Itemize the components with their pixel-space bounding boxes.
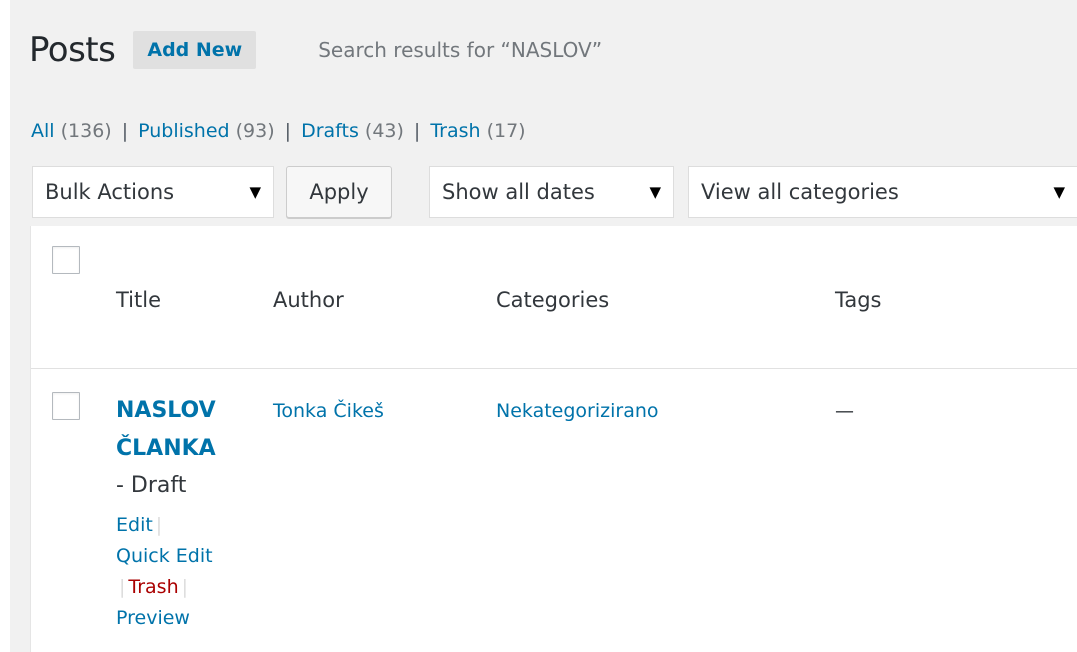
page-header: Posts Add New Search results for “NASLOV… — [29, 22, 602, 78]
dates-select[interactable]: Show all dates ▼ — [429, 166, 674, 218]
categories-cell: Nekategorizirano — [496, 392, 659, 430]
filter-trash-label: Trash — [430, 120, 481, 142]
separator: | — [119, 576, 126, 598]
table-header: Title Author Categories Tags — [31, 226, 1077, 369]
posts-table: Title Author Categories Tags NASLOV ČLANK… — [30, 226, 1077, 652]
filter-published[interactable]: Published (93) — [138, 120, 275, 142]
filter-drafts[interactable]: Drafts (43) — [301, 120, 404, 142]
apply-button[interactable]: Apply — [286, 166, 392, 218]
column-author: Author — [273, 288, 344, 312]
filter-published-count: (93) — [235, 120, 275, 142]
tags-value: — — [835, 400, 854, 422]
row-actions: Edit | Quick Edit | Trash | Preview — [116, 510, 246, 634]
post-title-line2: ČLANKA — [116, 436, 216, 461]
left-edge — [0, 0, 10, 652]
separator: | — [181, 576, 189, 598]
apply-label: Apply — [309, 180, 369, 204]
filter-all[interactable]: All (136) — [31, 120, 112, 142]
bulk-actions-select[interactable]: Bulk Actions ▼ — [32, 166, 274, 218]
page-title: Posts — [29, 30, 116, 70]
filter-all-label: All — [31, 120, 55, 142]
category-link[interactable]: Nekategorizirano — [496, 400, 659, 422]
separator: | — [121, 120, 129, 142]
author-cell: Tonka Čikeš — [273, 392, 384, 430]
separator: | — [413, 120, 421, 142]
filter-trash[interactable]: Trash (17) — [430, 120, 525, 142]
filter-trash-count: (17) — [486, 120, 526, 142]
row-checkbox[interactable] — [52, 392, 80, 420]
filter-all-count: (136) — [60, 120, 112, 142]
filter-drafts-label: Drafts — [301, 120, 359, 142]
post-title-line1: NASLOV — [116, 398, 216, 423]
quick-edit-link[interactable]: Quick Edit — [116, 545, 213, 567]
title-cell: NASLOV ČLANKA - Draft Edit | Quick Edit | T… — [116, 392, 246, 634]
column-categories: Categories — [496, 288, 610, 312]
categories-select[interactable]: View all categories ▼ — [688, 166, 1077, 218]
select-all-checkbox[interactable] — [52, 246, 80, 274]
dropdown-arrow-icon: ▼ — [249, 183, 261, 201]
post-state: - Draft — [116, 473, 187, 498]
add-new-button[interactable]: Add New — [133, 31, 257, 69]
preview-link[interactable]: Preview — [116, 607, 190, 629]
dates-value: Show all dates — [442, 180, 595, 204]
separator: | — [284, 120, 292, 142]
edit-link[interactable]: Edit — [116, 514, 153, 536]
dropdown-arrow-icon: ▼ — [649, 183, 661, 201]
bulk-actions-value: Bulk Actions — [45, 180, 175, 204]
search-results-label: Search results for “NASLOV” — [318, 38, 603, 62]
status-filters: All (136) | Published (93) | Drafts (43) | Tra… — [31, 120, 526, 142]
author-link[interactable]: Tonka Čikeš — [273, 400, 384, 422]
filter-published-label: Published — [138, 120, 230, 142]
tags-cell: — — [835, 392, 854, 430]
column-tags: Tags — [835, 288, 882, 312]
column-title[interactable]: Title — [116, 288, 161, 312]
dropdown-arrow-icon: ▼ — [1053, 183, 1065, 201]
post-title-link[interactable]: NASLOV ČLANKA — [116, 392, 246, 468]
trash-link[interactable]: Trash — [128, 576, 178, 598]
filter-drafts-count: (43) — [364, 120, 404, 142]
separator: | — [155, 514, 163, 536]
categories-value: View all categories — [701, 180, 899, 204]
